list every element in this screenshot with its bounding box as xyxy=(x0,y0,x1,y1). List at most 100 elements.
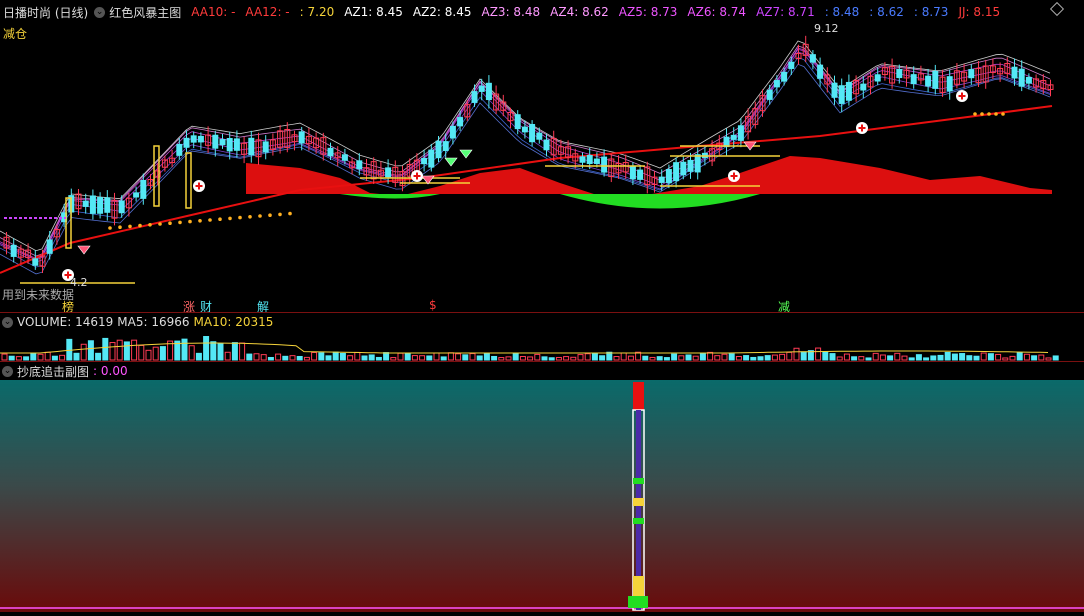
volume-bar xyxy=(620,352,627,361)
volume-bar xyxy=(80,343,87,361)
candle-body xyxy=(601,156,608,173)
volume-bar xyxy=(512,352,519,361)
candle-body xyxy=(932,70,939,89)
volume-bar xyxy=(980,352,987,361)
indicator-value-6: AZ4: 8.62 xyxy=(550,5,609,19)
volume-bar xyxy=(599,355,606,361)
candle-body xyxy=(737,125,744,141)
candle-body xyxy=(449,125,456,139)
candle-body xyxy=(1011,66,1018,79)
candle-body xyxy=(298,131,305,144)
candle-body xyxy=(665,169,672,184)
gem-marker-0 xyxy=(77,245,91,255)
volume-bar xyxy=(289,355,296,361)
trend-dot xyxy=(268,213,272,217)
volume-bar xyxy=(555,356,562,361)
volume-bar xyxy=(419,355,426,361)
green-band-area xyxy=(560,194,760,209)
main-price-chart[interactable] xyxy=(0,18,1084,308)
volume-bar xyxy=(95,352,102,361)
candle-body xyxy=(421,157,428,165)
trend-dot xyxy=(118,225,122,229)
candle-body xyxy=(32,258,39,266)
candle-body xyxy=(831,82,838,98)
volume-bar xyxy=(505,356,512,361)
indicator-value-8: AZ6: 8.74 xyxy=(687,5,747,19)
bottom-fishing-sub-chart[interactable] xyxy=(0,380,1084,616)
volume-bar xyxy=(843,353,850,361)
event-tag-dollar[interactable]: $ xyxy=(429,298,437,312)
volume-bar xyxy=(656,356,663,361)
volume-bar xyxy=(30,352,37,361)
volume-menu-icon[interactable]: ⌄ xyxy=(2,316,13,328)
sub-chart-value: : 0.00 xyxy=(93,364,128,378)
indicator-value-5: AZ3: 8.48 xyxy=(481,5,541,19)
volume-bar xyxy=(1038,354,1045,361)
candle-body xyxy=(629,166,636,180)
volume-bar xyxy=(887,355,894,361)
candle-body xyxy=(637,169,644,180)
candle-body xyxy=(694,154,701,173)
trend-dot xyxy=(218,217,222,221)
candle-body xyxy=(680,161,687,176)
volume-bar xyxy=(1031,355,1038,361)
candle-body xyxy=(809,54,816,63)
volume-bar xyxy=(1045,357,1052,361)
volume-bar xyxy=(750,356,757,361)
indicator-value-7: AZ5: 8.73 xyxy=(618,5,678,19)
volume-bar xyxy=(426,355,433,361)
high-price-label: 9.12 xyxy=(814,22,839,35)
volume-bar xyxy=(347,355,354,361)
volume-header: ⌄ VOLUME: 14619 MA5: 16966 MA10: 20315 xyxy=(0,313,1084,331)
volume-bar xyxy=(851,356,858,361)
candle-body xyxy=(521,126,528,133)
indicator-value-13: JJ: 8.15 xyxy=(958,5,1001,19)
candle-body xyxy=(428,149,435,168)
volume-bar xyxy=(707,351,714,361)
volume-bar xyxy=(102,337,109,361)
volume-bar xyxy=(224,351,231,361)
candle-body xyxy=(327,147,334,157)
volume-bar xyxy=(678,355,685,361)
indicator-menu-icon[interactable]: ⌄ xyxy=(94,6,106,18)
volume-bar xyxy=(800,351,807,361)
volume-bar xyxy=(1009,355,1016,361)
volume-bar xyxy=(951,353,958,361)
indicator-value-4: AZ2: 8.45 xyxy=(412,5,472,19)
volume-ma5: MA5: 16966 xyxy=(117,315,190,329)
volume-bar xyxy=(23,356,30,361)
volume-bar xyxy=(469,353,476,361)
candle-body xyxy=(781,71,788,82)
trend-dot xyxy=(188,219,192,224)
volume-bar xyxy=(714,355,721,361)
candle-body xyxy=(46,239,53,254)
candle-body xyxy=(946,76,953,92)
volume-bar xyxy=(462,354,469,361)
sub-chart-menu-icon[interactable]: ⌄ xyxy=(2,365,13,377)
volume-bar xyxy=(642,355,649,361)
candle-body xyxy=(874,74,881,82)
candle-body xyxy=(773,80,780,88)
volume-bar xyxy=(339,352,346,361)
candle-body xyxy=(248,137,255,156)
volume-bar xyxy=(915,354,922,361)
trend-dot xyxy=(973,112,977,116)
volume-bar xyxy=(145,349,152,361)
volume-bar xyxy=(109,342,116,361)
sub-chart-title[interactable]: 抄底追击副图 xyxy=(17,363,89,380)
volume-bar xyxy=(37,353,44,361)
candle-body xyxy=(730,134,737,140)
volume-bar xyxy=(966,355,973,361)
volume-bar xyxy=(786,351,793,361)
volume-bar xyxy=(390,357,397,361)
sub-spike-red-top xyxy=(633,382,644,410)
trend-dot xyxy=(168,221,172,225)
volume-bar xyxy=(332,351,339,361)
volume-bar xyxy=(923,357,930,361)
volume-bar xyxy=(570,356,577,361)
reduce-position-label: 减仓 xyxy=(3,27,28,41)
indicator-value-11: : 8.62 xyxy=(869,5,904,19)
trend-dot xyxy=(278,212,282,217)
trend-dot xyxy=(288,211,292,216)
volume-chart[interactable] xyxy=(0,331,1084,361)
